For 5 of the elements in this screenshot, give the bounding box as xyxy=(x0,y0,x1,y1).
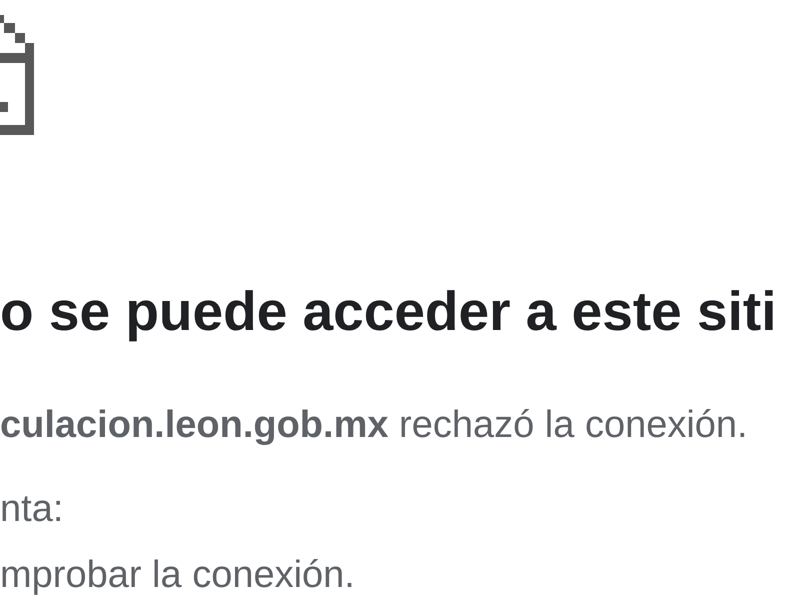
suggestion-item: mprobar la conexión. xyxy=(0,553,355,597)
suggestions-label: nta: xyxy=(0,487,64,531)
error-message: culacion.leon.gob.mx rechazó la conexión. xyxy=(0,403,748,447)
error-heading: o se puede acceder a este siti xyxy=(0,279,776,344)
document-icon xyxy=(0,15,34,135)
